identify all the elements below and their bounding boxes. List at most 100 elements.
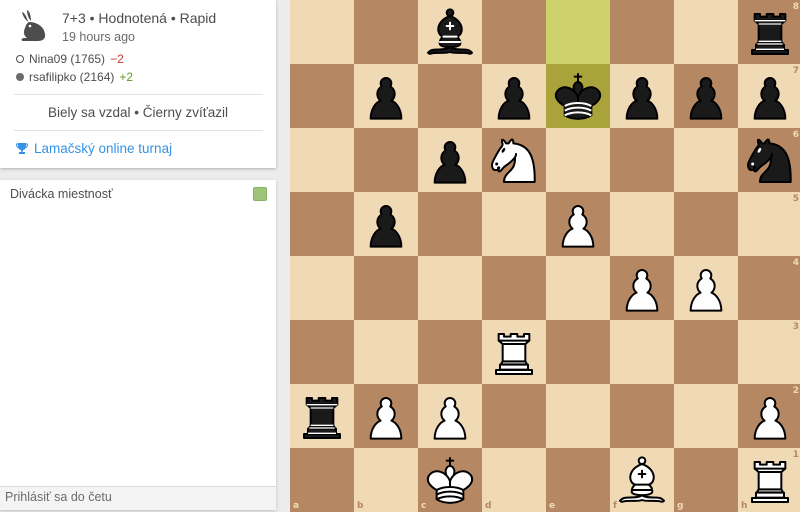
square-e2[interactable] [546, 384, 610, 448]
square-e4[interactable] [546, 256, 610, 320]
white-rook-icon[interactable] [484, 322, 544, 382]
square-g1[interactable]: g [674, 448, 738, 512]
square-f2[interactable] [610, 384, 674, 448]
square-d6[interactable] [482, 128, 546, 192]
square-h3[interactable]: 3 [738, 320, 800, 384]
square-b1[interactable]: b [354, 448, 418, 512]
chat-title: Divácka miestnosť [10, 187, 113, 201]
black-pawn-icon[interactable] [356, 66, 416, 126]
black-pawn-icon[interactable] [420, 130, 480, 190]
square-a1[interactable]: a [290, 448, 354, 512]
square-d4[interactable] [482, 256, 546, 320]
square-d2[interactable] [482, 384, 546, 448]
square-c6[interactable] [418, 128, 482, 192]
square-a2[interactable] [290, 384, 354, 448]
square-g3[interactable] [674, 320, 738, 384]
square-a4[interactable] [290, 256, 354, 320]
square-a8[interactable] [290, 0, 354, 64]
square-e5[interactable] [546, 192, 610, 256]
square-f8[interactable] [610, 0, 674, 64]
square-d8[interactable] [482, 0, 546, 64]
square-h4[interactable]: 4 [738, 256, 800, 320]
black-pawn-icon[interactable] [612, 66, 672, 126]
square-f5[interactable] [610, 192, 674, 256]
white-knight-icon[interactable] [484, 130, 544, 190]
square-h1[interactable]: 1h [738, 448, 800, 512]
square-g4[interactable] [674, 256, 738, 320]
square-f6[interactable] [610, 128, 674, 192]
square-e3[interactable] [546, 320, 610, 384]
square-a3[interactable] [290, 320, 354, 384]
square-b6[interactable] [354, 128, 418, 192]
square-a7[interactable] [290, 64, 354, 128]
square-c2[interactable] [418, 384, 482, 448]
white-rook-icon[interactable] [740, 450, 800, 510]
chess-board[interactable]: 876 5 4 3 2 abcdefg1h [290, 0, 800, 512]
square-c4[interactable] [418, 256, 482, 320]
chat-toggle[interactable] [253, 187, 267, 201]
player-black-name[interactable]: rsafilipko (2164) [29, 70, 114, 84]
white-player-icon [16, 55, 24, 63]
square-a5[interactable] [290, 192, 354, 256]
square-b7[interactable] [354, 64, 418, 128]
tournament-link[interactable]: Lamačský online turnaj [16, 141, 172, 156]
tournament-name[interactable]: Lamačský online turnaj [34, 141, 172, 156]
white-pawn-icon[interactable] [612, 258, 672, 318]
player-white[interactable]: Nina09 (1765) −2 [16, 52, 124, 66]
square-c3[interactable] [418, 320, 482, 384]
divider [14, 94, 263, 95]
white-king-icon[interactable] [420, 450, 480, 510]
square-e7[interactable] [546, 64, 610, 128]
black-bishop-icon[interactable] [420, 2, 480, 62]
square-b2[interactable] [354, 384, 418, 448]
white-pawn-icon[interactable] [548, 194, 608, 254]
white-pawn-icon[interactable] [420, 386, 480, 446]
square-e1[interactable]: e [546, 448, 610, 512]
square-d7[interactable] [482, 64, 546, 128]
square-b3[interactable] [354, 320, 418, 384]
square-c8[interactable] [418, 0, 482, 64]
white-bishop-icon[interactable] [612, 450, 672, 510]
square-h2[interactable]: 2 [738, 384, 800, 448]
square-a6[interactable] [290, 128, 354, 192]
black-rook-icon[interactable] [292, 386, 352, 446]
black-pawn-icon[interactable] [356, 194, 416, 254]
square-e6[interactable] [546, 128, 610, 192]
square-d5[interactable] [482, 192, 546, 256]
square-b4[interactable] [354, 256, 418, 320]
black-pawn-icon[interactable] [484, 66, 544, 126]
square-b5[interactable] [354, 192, 418, 256]
white-pawn-icon[interactable] [356, 386, 416, 446]
square-f7[interactable] [610, 64, 674, 128]
square-c1[interactable]: c [418, 448, 482, 512]
square-g8[interactable] [674, 0, 738, 64]
square-g2[interactable] [674, 384, 738, 448]
player-white-name[interactable]: Nina09 (1765) [29, 52, 105, 66]
square-h8[interactable]: 8 [738, 0, 800, 64]
white-pawn-icon[interactable] [676, 258, 736, 318]
square-f4[interactable] [610, 256, 674, 320]
game-result: Biely sa vzdal • Čierny zvíťazil [47, 105, 229, 120]
square-f3[interactable] [610, 320, 674, 384]
square-h5[interactable]: 5 [738, 192, 800, 256]
square-h7[interactable]: 7 [738, 64, 800, 128]
square-e8[interactable] [546, 0, 610, 64]
square-c5[interactable] [418, 192, 482, 256]
square-g6[interactable] [674, 128, 738, 192]
black-pawn-icon[interactable] [740, 66, 800, 126]
square-h6[interactable]: 6 [738, 128, 800, 192]
square-d3[interactable] [482, 320, 546, 384]
black-pawn-icon[interactable] [676, 66, 736, 126]
white-pawn-icon[interactable] [740, 386, 800, 446]
black-knight-icon[interactable] [740, 130, 800, 190]
square-g7[interactable] [674, 64, 738, 128]
square-c7[interactable] [418, 64, 482, 128]
black-rook-icon[interactable] [740, 2, 800, 62]
chat-input[interactable]: Prihlásiť sa do četu [0, 486, 276, 510]
player-black[interactable]: rsafilipko (2164) +2 [16, 70, 133, 84]
black-king-icon[interactable] [548, 66, 608, 126]
square-f1[interactable]: f [610, 448, 674, 512]
square-g5[interactable] [674, 192, 738, 256]
square-b8[interactable] [354, 0, 418, 64]
square-d1[interactable]: d [482, 448, 546, 512]
